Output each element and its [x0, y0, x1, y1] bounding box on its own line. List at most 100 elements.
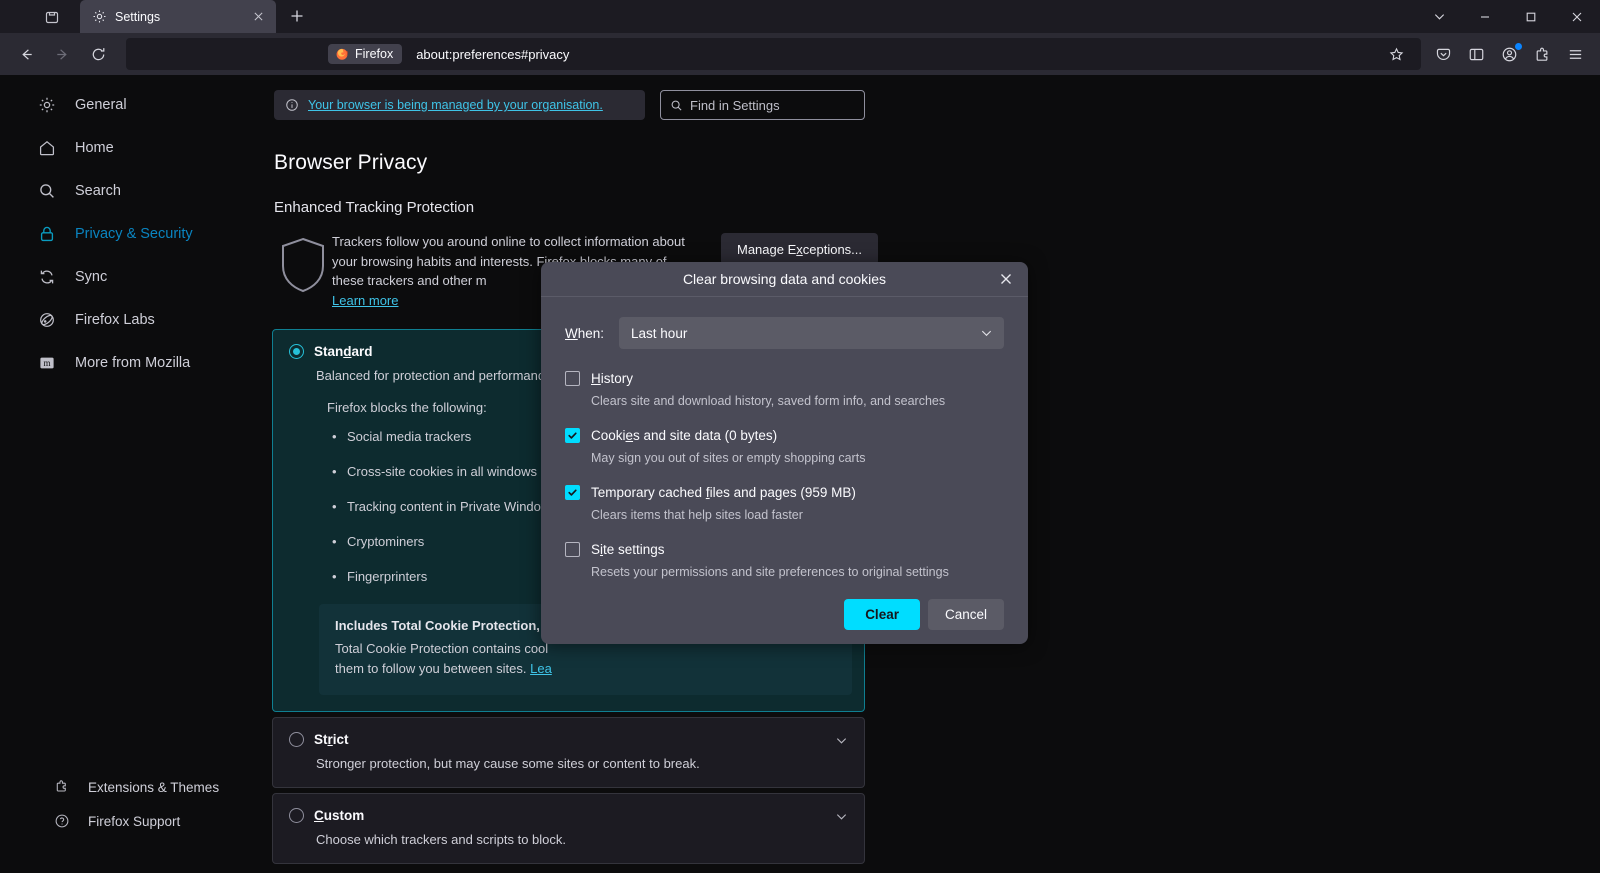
- dialog-body: When: Last hour History Clears site and …: [541, 297, 1028, 644]
- sidebar-item-label: Extensions & Themes: [88, 779, 220, 795]
- checkbox-history-description: Clears site and download history, saved …: [591, 394, 946, 408]
- etp-option-custom-label: Custom: [314, 808, 365, 823]
- chevron-down-icon: [980, 327, 993, 340]
- radio-strict[interactable]: [289, 732, 304, 747]
- save-to-pocket-button[interactable]: [1427, 38, 1460, 70]
- checkbox-cache-label: Temporary cached files and pages (959 MB…: [591, 485, 856, 500]
- checkbox-cookies[interactable]: [565, 428, 580, 443]
- tab-title: Settings: [115, 9, 161, 24]
- when-row: When: Last hour: [565, 317, 1004, 349]
- radio-custom[interactable]: [289, 808, 304, 823]
- etp-option-strict-header: Strict: [289, 732, 848, 747]
- sidebar-item-search[interactable]: Search: [16, 173, 256, 209]
- etp-option-custom[interactable]: Custom Choose which trackers and scripts…: [272, 793, 865, 864]
- managed-notice: Your browser is being managed by your or…: [274, 90, 645, 120]
- etp-option-strict-description: Stronger protection, but may cause some …: [316, 756, 700, 771]
- url-text[interactable]: about:preferences#privacy: [416, 47, 1381, 62]
- account-badge-dot: [1515, 43, 1522, 50]
- reload-button[interactable]: [80, 38, 116, 70]
- section-title-etp: Enhanced Tracking Protection: [274, 199, 475, 216]
- dialog-title: Clear browsing data and cookies: [682, 271, 887, 287]
- checkbox-site-settings[interactable]: [565, 542, 580, 557]
- info-icon: [285, 98, 299, 112]
- chevron-down-icon[interactable]: [835, 734, 848, 747]
- extensions-button[interactable]: [1526, 38, 1559, 70]
- etp-learn-more-link[interactable]: Learn more: [332, 293, 398, 308]
- tcp-callout-line1: Total Cookie Protection contains cool: [335, 641, 549, 656]
- checkbox-site-settings-description: Resets your permissions and site prefere…: [591, 565, 949, 579]
- tab-settings[interactable]: Settings: [80, 0, 276, 33]
- gear-icon: [38, 96, 56, 114]
- dialog-actions: Clear Cancel: [565, 599, 1004, 630]
- managed-notice-link[interactable]: Your browser is being managed by your or…: [308, 98, 603, 112]
- new-tab-button[interactable]: [282, 1, 312, 31]
- list-all-tabs-chevron-icon[interactable]: [1416, 0, 1462, 33]
- bookmark-star-icon[interactable]: [1381, 40, 1411, 68]
- home-icon: [38, 139, 56, 157]
- minimize-button[interactable]: [1462, 0, 1508, 33]
- sidebar-item-label: More from Mozilla: [75, 355, 191, 371]
- sidebar-item-label: General: [75, 97, 127, 113]
- etp-option-custom-description: Choose which trackers and scripts to blo…: [316, 832, 566, 847]
- search-icon: [670, 99, 683, 112]
- when-select[interactable]: Last hour: [619, 317, 1004, 349]
- chevron-down-icon[interactable]: [835, 810, 848, 823]
- clear-data-dialog-wrapper: Clear browsing data and cookies When: La…: [541, 262, 1028, 673]
- checkbox-row-cookies[interactable]: Cookies and site data (0 bytes): [565, 428, 1004, 443]
- clear-button[interactable]: Clear: [844, 599, 920, 630]
- etp-option-custom-header: Custom: [289, 808, 848, 823]
- sidebar-toggle-button[interactable]: [1460, 38, 1493, 70]
- checkbox-row-history[interactable]: History: [565, 371, 1004, 386]
- tcp-callout-line2: them to follow you between sites.: [335, 661, 531, 676]
- checkbox-cache[interactable]: [565, 485, 580, 500]
- radio-standard[interactable]: [289, 344, 304, 359]
- sidebar-item-general[interactable]: General: [16, 87, 256, 123]
- browser-titlebar: Settings: [0, 0, 1600, 33]
- account-button[interactable]: [1493, 38, 1526, 70]
- sidebar-item-privacy-security[interactable]: Privacy & Security: [16, 216, 256, 252]
- etp-option-standard-label: Standard: [314, 344, 373, 359]
- back-button[interactable]: [8, 38, 44, 70]
- close-icon[interactable]: [992, 265, 1020, 293]
- sidebar-item-label: Privacy & Security: [75, 226, 193, 242]
- sync-icon: [38, 268, 56, 286]
- checkbox-row-site-settings[interactable]: Site settings: [565, 542, 1004, 557]
- checkbox-cache-description: Clears items that help sites load faster: [591, 508, 803, 522]
- cancel-button[interactable]: Cancel: [927, 599, 1004, 630]
- search-placeholder: Find in Settings: [690, 97, 780, 113]
- sidebar-item-firefox-support[interactable]: Firefox Support: [16, 805, 256, 837]
- sidebar-item-extensions-themes[interactable]: Extensions & Themes: [16, 771, 256, 803]
- url-bar[interactable]: Firefox about:preferences#privacy: [126, 38, 1421, 70]
- when-label: When:: [565, 325, 605, 341]
- sidebar-item-more-from-mozilla[interactable]: m More from Mozilla: [16, 345, 256, 381]
- firefox-logo-icon: [335, 47, 349, 61]
- sidebar-item-firefox-labs[interactable]: Firefox Labs: [16, 302, 256, 338]
- svg-text:m: m: [43, 358, 50, 368]
- checkbox-cookies-description: May sign you out of sites or empty shopp…: [591, 451, 866, 465]
- checkbox-history[interactable]: [565, 371, 580, 386]
- sidebar-item-label: Firefox Labs: [75, 312, 155, 328]
- firefox-chip-label: Firefox: [355, 47, 394, 61]
- checkbox-history-label: History: [591, 371, 634, 386]
- etp-option-strict[interactable]: Strict Stronger protection, but may caus…: [272, 717, 865, 788]
- flask-atom-icon: [38, 311, 56, 329]
- sidebar-item-home[interactable]: Home: [16, 130, 256, 166]
- manage-exceptions-button[interactable]: Manage Exceptions...: [721, 233, 879, 265]
- checkbox-site-settings-label: Site settings: [591, 542, 665, 557]
- main-top-row: Your browser is being managed by your or…: [272, 75, 1600, 120]
- maximize-button[interactable]: [1508, 0, 1554, 33]
- clear-browsing-data-dialog: Clear browsing data and cookies When: La…: [541, 262, 1028, 644]
- checkbox-row-cache[interactable]: Temporary cached files and pages (959 MB…: [565, 485, 1004, 500]
- app-menu-button[interactable]: [1559, 38, 1592, 70]
- forward-button[interactable]: [44, 38, 80, 70]
- sidebar-item-sync[interactable]: Sync: [16, 259, 256, 295]
- sidebar-item-label: Firefox Support: [88, 813, 181, 829]
- list-all-tabs-button[interactable]: [32, 0, 72, 33]
- checkbox-cookies-label: Cookies and site data (0 bytes): [591, 428, 778, 443]
- sidebar-item-label: Sync: [75, 269, 108, 285]
- search-input[interactable]: Find in Settings: [660, 90, 865, 120]
- close-window-button[interactable]: [1554, 0, 1600, 33]
- settings-sidebar: General Home Search Privacy & Security S…: [0, 75, 272, 873]
- sidebar-footer: Extensions & Themes Firefox Support: [0, 771, 272, 839]
- tab-close-icon[interactable]: [248, 7, 268, 27]
